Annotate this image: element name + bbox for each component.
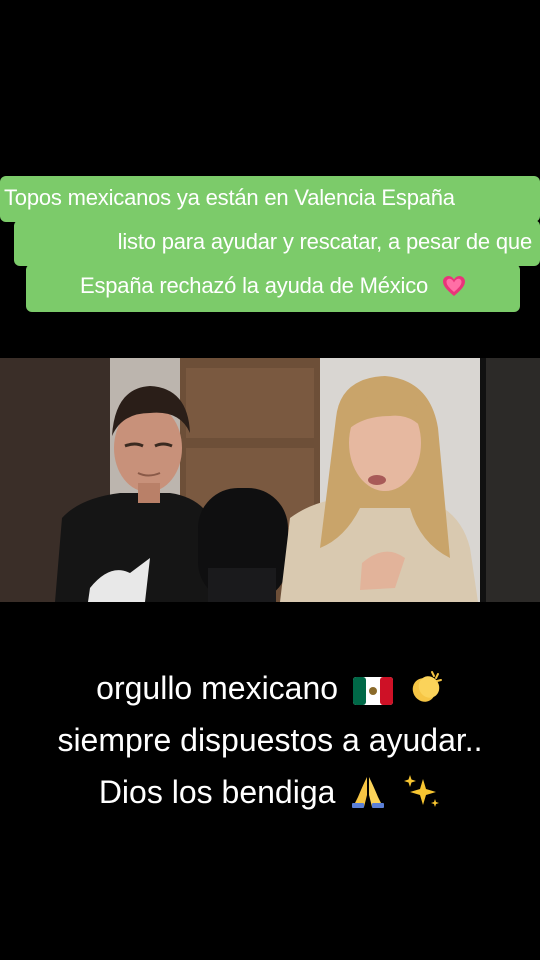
top-caption-line-3-text: España rechazó la ayuda de México <box>80 273 429 298</box>
sparkles-icon <box>404 775 440 807</box>
microphone-icon <box>198 488 288 602</box>
top-caption-line-1-text: Topos mexicanos ya están en Valencia Esp… <box>4 185 455 210</box>
pink-heart-icon <box>443 276 465 296</box>
mexico-flag-icon <box>352 677 393 705</box>
praying-hands-icon <box>352 777 385 808</box>
top-caption: Topos mexicanos ya están en Valencia Esp… <box>0 170 540 320</box>
bottom-caption-line-2-text: siempre dispuestos a ayudar.. <box>57 722 483 758</box>
clapping-hands-icon <box>412 671 442 702</box>
top-caption-line-2: listo para ayudar y rescatar, a pesar de… <box>14 220 540 266</box>
video-frame[interactable] <box>0 358 540 602</box>
bottom-caption-line-3-text: Dios los bendiga <box>98 774 336 810</box>
top-caption-line-3: España rechazó la ayuda de México <box>26 264 520 312</box>
bottom-caption-line-1-text: orgullo mexicano <box>96 670 339 706</box>
bottom-caption-line-2: siempre dispuestos a ayudar.. <box>0 714 540 766</box>
top-caption-line-2-text: listo para ayudar y rescatar, a pesar de… <box>117 229 533 254</box>
video-post-screen[interactable]: Topos mexicanos ya están en Valencia Esp… <box>0 0 540 960</box>
bottom-caption: orgullo mexicano siempre dispuestos a ay… <box>0 662 540 818</box>
bottom-caption-line-1: orgullo mexicano <box>0 662 540 714</box>
top-caption-line-1: Topos mexicanos ya están en Valencia Esp… <box>0 176 540 222</box>
bottom-caption-line-3: Dios los bendiga <box>0 766 540 818</box>
video-scene <box>0 358 540 602</box>
